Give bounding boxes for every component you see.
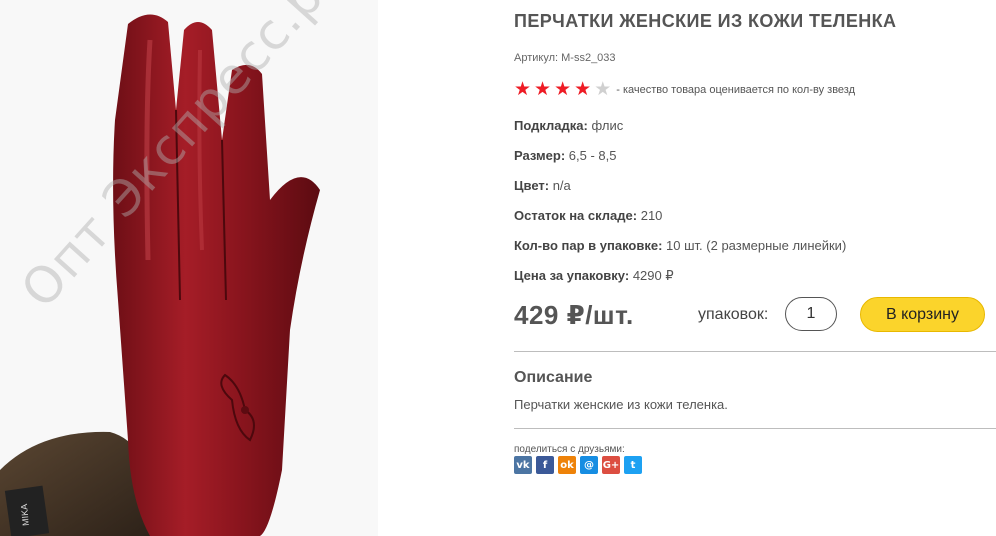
product-sku: Артикул: M-ss2_033 [514, 52, 616, 64]
attr-label: Цвет: [514, 178, 550, 193]
attr-size: Размер: 6,5 - 8,5 [514, 148, 616, 163]
attr-label: Подкладка: [514, 118, 588, 133]
twitter-icon[interactable]: t [624, 456, 642, 474]
share-buttons: vk f ok @ G+ t [514, 456, 646, 474]
star-icon: ★ [514, 78, 532, 100]
attr-color: Цвет: n/a [514, 178, 571, 193]
attr-value: 210 [640, 208, 663, 223]
attr-stock: Остаток на складе: 210 [514, 208, 662, 223]
attr-value: 6,5 - 8,5 [568, 148, 617, 163]
image-tag-text: MIKA [19, 504, 31, 527]
googleplus-icon[interactable]: G+ [602, 456, 620, 474]
attr-label: Цена за упаковку: [514, 268, 630, 283]
star-icon: ★ [534, 78, 552, 100]
rating: ★ ★ ★ ★ ★ - качество товара оценивается … [514, 80, 855, 99]
product-image[interactable]: MIKA Опт Экспресс.рф [0, 0, 378, 536]
quantity-input[interactable] [785, 297, 837, 331]
attr-label: Остаток на складе: [514, 208, 638, 223]
divider [514, 428, 996, 429]
star-icon: ★ [554, 78, 572, 100]
attr-label: Кол-во пар в упаковке: [514, 238, 663, 253]
attr-pack-count: Кол-во пар в упаковке: 10 шт. (2 размерн… [514, 238, 846, 253]
description-text: Перчатки женские из кожи теленка. [514, 397, 728, 412]
divider [514, 351, 996, 352]
odnoklassniki-icon[interactable]: ok [558, 456, 576, 474]
attr-value: 10 шт. (2 размерные линейки) [666, 238, 847, 253]
attr-value: n/a [552, 178, 571, 193]
attr-lining: Подкладка: флис [514, 118, 623, 133]
star-icon: ★ [574, 78, 592, 100]
attr-pack-price: Цена за упаковку: 4290 ₽ [514, 268, 674, 284]
product-title: ПЕРЧАТКИ ЖЕНСКИЕ ИЗ КОЖИ ТЕЛЕНКА [514, 11, 897, 31]
rating-caption: - качество товара оценивается по кол-ву … [616, 83, 856, 96]
attr-value: флис [591, 118, 624, 133]
unit-price: 429 ₽/шт. [514, 300, 634, 330]
add-to-cart-button[interactable]: В корзину [860, 297, 985, 332]
quantity-label: упаковок: [698, 306, 769, 323]
attr-value: 4290 ₽ [632, 268, 674, 283]
attr-label: Размер: [514, 148, 566, 163]
description-title: Описание [514, 369, 593, 386]
vk-icon[interactable]: vk [514, 456, 532, 474]
facebook-icon[interactable]: f [536, 456, 554, 474]
share-label: поделиться с друзьями: [514, 444, 625, 455]
moimir-icon[interactable]: @ [580, 456, 598, 474]
star-icon: ★ [594, 78, 612, 100]
